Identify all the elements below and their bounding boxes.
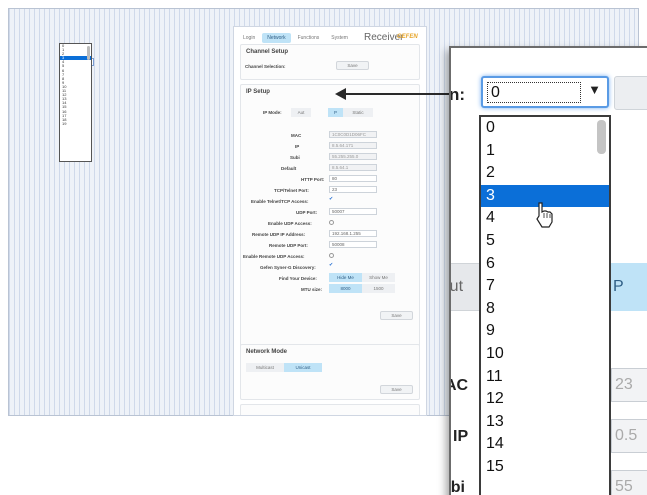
- show-me-button[interactable]: Show Me: [362, 273, 395, 282]
- callout-arrow-line: [345, 93, 458, 95]
- mtu-1500-button[interactable]: 1500: [362, 284, 395, 293]
- zoom-subnet-field: 55: [611, 470, 647, 495]
- zoom-dropdown-option[interactable]: 10: [481, 343, 609, 366]
- ip-field[interactable]: 8.5.64.171: [329, 142, 377, 149]
- ip-mode-static[interactable]: Static: [343, 108, 373, 117]
- zoom-dropdown-option[interactable]: 0: [481, 117, 609, 140]
- chevron-down-icon: ▼: [588, 82, 601, 97]
- find-device-label: Find Your Device:: [279, 276, 317, 281]
- zoom-dhcp-label: P: [613, 278, 624, 295]
- telnet-port-label: TCP/Telnet Port:: [274, 188, 309, 193]
- zoom-dropdown-option[interactable]: 15: [481, 456, 609, 479]
- remote-udp-port-label: Remote UDP Port:: [269, 243, 308, 248]
- tab-system[interactable]: System: [326, 33, 353, 43]
- ip-save-button[interactable]: Save: [380, 311, 413, 320]
- enable-remote-udp-label: Enable Remote UDP Access:: [243, 254, 305, 259]
- hide-me-button[interactable]: Hide Me: [329, 273, 362, 282]
- brand-text: GEFEN: [397, 34, 418, 40]
- mac-field: 1C0C0D1D06FC: [329, 131, 377, 138]
- mtu-label: MTU size:: [301, 287, 323, 292]
- zoom-dropdown-option[interactable]: 5: [481, 230, 609, 253]
- scrollbar-thumb[interactable]: [597, 120, 606, 154]
- zoom-dropdown-option[interactable]: 12: [481, 388, 609, 411]
- subnet-field[interactable]: 55.255.255.0: [329, 153, 377, 160]
- section-title: IP Setup: [246, 89, 270, 95]
- channel-setup-section: Channel Setup Channel Selection: Save: [240, 44, 420, 80]
- multicast-button[interactable]: Multicast: [246, 363, 284, 372]
- mac-label: MAC: [291, 133, 302, 138]
- zoom-callout: n: 0 ▼ Aut P AC 23 IP 0.5 ubi 55 0123456…: [449, 46, 647, 495]
- zoom-dropdown-option[interactable]: 7: [481, 275, 609, 298]
- ip-mode-dhcp[interactable]: P: [328, 108, 343, 117]
- ip-label: IP: [295, 144, 300, 149]
- screenshot-stage: Login Network Functions System Receiver …: [0, 0, 647, 495]
- ip-mode-auto[interactable]: Aut: [291, 108, 311, 117]
- callout-arrowhead-icon: [335, 88, 346, 100]
- scrollbar-thumb[interactable]: [87, 46, 90, 60]
- gefen-web-page: Login Network Functions System Receiver …: [233, 26, 427, 416]
- enable-udp-checkbox[interactable]: [329, 220, 334, 225]
- nav-tabs: Login Network Functions System: [238, 33, 353, 43]
- syner-g-checkbox[interactable]: ✔: [329, 263, 334, 268]
- channel-dropdown-list: 0 1 2 3 4 5 6 7 8 9 10 11 12 13 14 15 16 17 18 19: [59, 43, 92, 162]
- remote-udp-ip-label: Remote UDP IP Address:: [252, 232, 306, 237]
- zoom-channel-select[interactable]: 0 ▼: [481, 76, 609, 108]
- channel-dropdown-option[interactable]: 19: [60, 121, 91, 126]
- enable-telnet-label: Enable Telnet/TCP Access:: [251, 199, 309, 204]
- next-section: [240, 404, 420, 415]
- telnet-port-field[interactable]: 23: [329, 186, 377, 193]
- network-mode-section: Network Mode Multicast Unicast Save: [240, 344, 420, 400]
- enable-telnet-checkbox[interactable]: ✔: [329, 197, 334, 202]
- zoom-ip-label: IP: [453, 428, 469, 445]
- gateway-label: Default: [281, 166, 297, 171]
- zoom-mac-label: AC: [451, 377, 469, 394]
- remote-udp-port-field[interactable]: 50008: [329, 241, 377, 248]
- channel-selection-label: Channel Selection:: [245, 64, 286, 69]
- zoom-dropdown-option[interactable]: 8: [481, 298, 609, 321]
- udp-port-label: UDP Port:: [296, 210, 318, 215]
- zoom-ip-field: 0.5: [611, 419, 647, 453]
- zoom-dropdown-option[interactable]: 6: [481, 253, 609, 276]
- zoom-select-value: 0: [487, 82, 581, 103]
- tab-login[interactable]: Login: [238, 33, 260, 43]
- zoom-dropdown-option[interactable]: 2: [481, 162, 609, 185]
- zoom-subnet-label: ubi: [450, 479, 465, 495]
- remote-udp-ip-field[interactable]: 192.168.1.255: [329, 230, 377, 237]
- http-port-label: HTTP Port:: [301, 177, 325, 182]
- zoom-save-button[interactable]: [614, 76, 647, 110]
- zoom-dropdown-option[interactable]: 11: [481, 366, 609, 389]
- hand-cursor-icon: [536, 202, 553, 228]
- subnet-label: Subi: [290, 155, 300, 160]
- enable-remote-udp-checkbox[interactable]: [329, 253, 334, 258]
- gateway-field[interactable]: 8.5.64.1: [329, 164, 377, 171]
- zoom-dropdown-option[interactable]: 13: [481, 411, 609, 434]
- channel-save-button[interactable]: Save: [336, 61, 369, 70]
- section-title: Network Mode: [246, 349, 288, 355]
- unicast-button[interactable]: Unicast: [284, 363, 322, 372]
- tab-network[interactable]: Network: [262, 33, 291, 43]
- zoom-dropdown-option[interactable]: 14: [481, 433, 609, 456]
- brand-logo: GEFEN: [397, 34, 418, 40]
- udp-port-field[interactable]: 50007: [329, 208, 377, 215]
- ip-mode-label: IP Mode:: [263, 110, 282, 115]
- ip-setup-section: IP Setup IP Mode: Aut P Static MAC 1C0C0…: [240, 84, 420, 359]
- tab-functions[interactable]: Functions: [293, 33, 325, 43]
- enable-udp-label: Enable UDP Access:: [268, 221, 312, 226]
- zoom-dropdown-list: 0 1 2 3 4 5 6 7 8 9 10 11 12 13 14 15: [479, 115, 611, 495]
- http-port-field[interactable]: 80: [329, 175, 377, 182]
- section-title: Channel Setup: [246, 49, 289, 55]
- network-save-button[interactable]: Save: [380, 385, 413, 394]
- zoom-dropdown-option[interactable]: 1: [481, 140, 609, 163]
- zoom-mac-field: 23: [611, 368, 647, 402]
- zoom-auto-label: Aut: [449, 278, 464, 295]
- syner-g-label: Gefen Syner-G Discovery:: [260, 265, 316, 270]
- mtu-8000-button[interactable]: 8000: [329, 284, 362, 293]
- zoom-channel-label: n:: [449, 85, 466, 104]
- zoom-dropdown-option[interactable]: 9: [481, 320, 609, 343]
